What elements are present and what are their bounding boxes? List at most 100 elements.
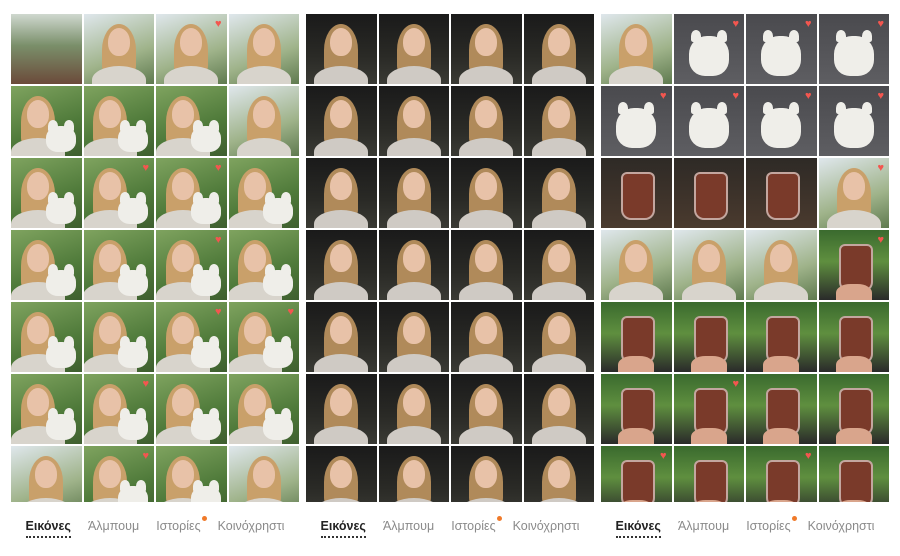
photo-thumbnail[interactable] [228, 158, 299, 228]
photo-thumbnail[interactable] [306, 86, 377, 156]
photo-thumbnail[interactable] [83, 302, 154, 372]
photo-thumbnail[interactable]: ♥ [156, 230, 227, 300]
tab-stories[interactable]: Ιστορίες [746, 516, 797, 533]
photo-thumbnail[interactable] [378, 230, 449, 300]
photo-thumbnail[interactable] [378, 158, 449, 228]
photo-thumbnail[interactable] [11, 302, 82, 372]
photo-thumbnail[interactable] [228, 14, 299, 84]
photo-thumbnail[interactable] [378, 446, 449, 502]
tab-images[interactable]: Εικόνες [320, 519, 367, 538]
photo-thumbnail[interactable] [601, 158, 672, 228]
photo-thumbnail[interactable] [306, 302, 377, 372]
photo-thumbnail[interactable] [523, 86, 594, 156]
photo-thumbnail[interactable] [306, 230, 377, 300]
photo-thumbnail[interactable] [451, 446, 522, 502]
photo-thumbnail[interactable]: ♥ [156, 158, 227, 228]
photo-thumbnail[interactable] [11, 230, 82, 300]
photo-thumbnail[interactable] [523, 158, 594, 228]
photo-thumbnail[interactable] [306, 446, 377, 502]
photo-thumbnail[interactable]: ♥ [746, 86, 817, 156]
tab-stories[interactable]: Ιστορίες [451, 516, 502, 533]
photo-thumbnail[interactable] [228, 446, 299, 502]
photo-thumbnail[interactable]: ♥ [818, 158, 889, 228]
photo-thumbnail[interactable] [818, 302, 889, 372]
photo-thumbnail[interactable]: ♥ [601, 86, 672, 156]
photo-thumbnail[interactable]: ♥ [818, 14, 889, 84]
photo-thumbnail[interactable]: ♥ [83, 374, 154, 444]
photo-thumbnail[interactable] [11, 158, 82, 228]
photo-thumbnail[interactable]: ♥ [818, 86, 889, 156]
photo-thumbnail[interactable] [11, 446, 82, 502]
photo-thumbnail[interactable] [11, 86, 82, 156]
photo-thumbnail[interactable] [601, 14, 672, 84]
photo-thumbnail[interactable] [306, 158, 377, 228]
tab-images[interactable]: Εικόνες [615, 519, 662, 538]
photo-thumbnail[interactable] [746, 230, 817, 300]
photo-thumbnail[interactable] [451, 302, 522, 372]
photo-thumbnail[interactable] [818, 374, 889, 444]
photo-thumbnail[interactable]: ♥ [673, 374, 744, 444]
tab-albums[interactable]: Άλμπουμ [88, 519, 139, 533]
tab-stories[interactable]: Ιστορίες [156, 516, 207, 533]
photo-thumbnail[interactable] [228, 86, 299, 156]
photo-thumbnail[interactable] [523, 14, 594, 84]
tab-shared[interactable]: Κοινόχρηστι [513, 519, 580, 533]
photo-thumbnail[interactable] [83, 14, 154, 84]
photo-thumbnail[interactable] [378, 374, 449, 444]
tab-shared[interactable]: Κοινόχρηστι [218, 519, 285, 533]
tab-albums[interactable]: Άλμπουμ [678, 519, 729, 533]
photo-thumbnail[interactable] [11, 14, 82, 84]
photo-thumbnail[interactable] [601, 230, 672, 300]
photo-thumbnail[interactable]: ♥ [83, 158, 154, 228]
photo-thumbnail[interactable] [228, 230, 299, 300]
favorite-heart-icon: ♥ [287, 306, 294, 318]
photo-thumbnail[interactable]: ♥ [673, 14, 744, 84]
photo-thumbnail[interactable] [451, 374, 522, 444]
photo-thumbnail[interactable] [601, 302, 672, 372]
photo-thumbnail[interactable] [746, 302, 817, 372]
photo-thumbnail[interactable] [306, 374, 377, 444]
photo-thumbnail[interactable]: ♥ [746, 446, 817, 502]
photo-thumbnail[interactable] [11, 374, 82, 444]
favorite-heart-icon: ♥ [877, 162, 884, 174]
photo-thumbnail[interactable] [156, 446, 227, 502]
photo-thumbnail[interactable]: ♥ [673, 86, 744, 156]
photo-thumbnail[interactable] [451, 14, 522, 84]
photo-thumbnail[interactable] [451, 86, 522, 156]
photo-thumbnail[interactable] [378, 86, 449, 156]
tab-albums[interactable]: Άλμπουμ [383, 519, 434, 533]
photo-thumbnail[interactable] [673, 446, 744, 502]
photo-thumbnail[interactable]: ♥ [746, 14, 817, 84]
photo-thumbnail[interactable] [673, 302, 744, 372]
photo-thumbnail[interactable] [746, 374, 817, 444]
photo-thumbnail[interactable] [228, 374, 299, 444]
photo-thumbnail[interactable] [451, 230, 522, 300]
photo-thumbnail[interactable]: ♥ [228, 302, 299, 372]
photo-thumbnail[interactable]: ♥ [156, 302, 227, 372]
photo-thumbnail[interactable] [523, 302, 594, 372]
photo-thumbnail[interactable] [523, 446, 594, 502]
photo-thumbnail[interactable] [306, 14, 377, 84]
photo-thumbnail[interactable] [818, 446, 889, 502]
tab-images[interactable]: Εικόνες [25, 519, 72, 538]
photo-thumbnail[interactable]: ♥ [156, 14, 227, 84]
photo-thumbnail[interactable] [746, 158, 817, 228]
photo-thumbnail[interactable] [83, 230, 154, 300]
photo-thumbnail[interactable]: ♥ [818, 230, 889, 300]
photo-thumbnail[interactable] [156, 86, 227, 156]
photo-thumbnail[interactable]: ♥ [601, 446, 672, 502]
photo-thumbnail[interactable] [673, 230, 744, 300]
bottom-tab-bar: Εικόνες Άλμπουμ Ιστορίες Κοινόχρηστι [11, 504, 299, 548]
tab-shared[interactable]: Κοινόχρηστι [808, 519, 875, 533]
photo-thumbnail[interactable] [451, 158, 522, 228]
photo-thumbnail[interactable] [83, 86, 154, 156]
photo-thumbnail[interactable] [523, 374, 594, 444]
photo-thumbnail[interactable] [156, 374, 227, 444]
photo-thumbnail[interactable] [378, 14, 449, 84]
favorite-heart-icon: ♥ [214, 162, 222, 174]
photo-thumbnail[interactable] [601, 374, 672, 444]
photo-thumbnail[interactable] [673, 158, 744, 228]
photo-thumbnail[interactable] [378, 302, 449, 372]
photo-thumbnail[interactable] [523, 230, 594, 300]
photo-thumbnail[interactable]: ♥ [83, 446, 154, 502]
